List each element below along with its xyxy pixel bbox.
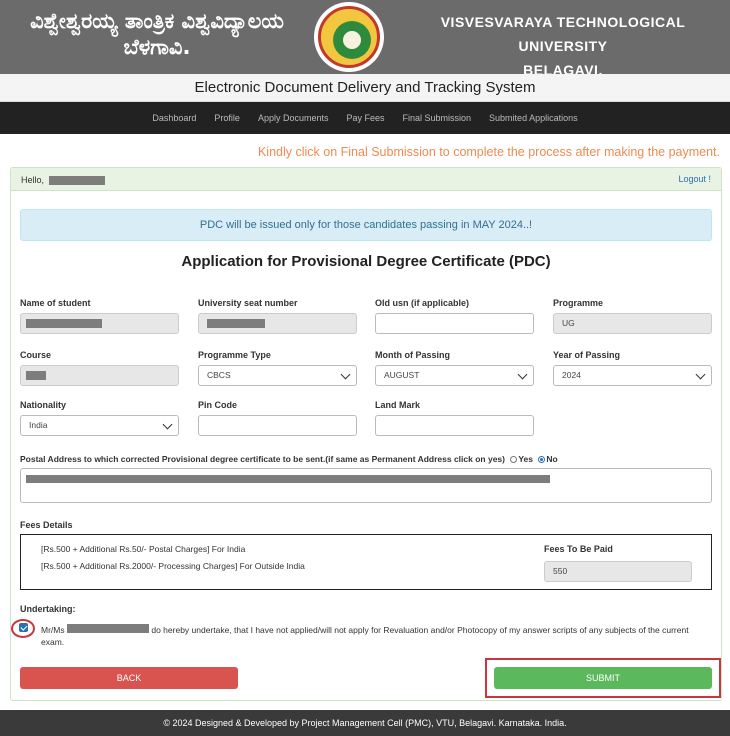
redacted-address <box>26 475 550 483</box>
fees-to-pay-label: Fees To Be Paid <box>544 544 613 554</box>
pdc-info-alert: PDC will be issued only for those candid… <box>20 209 712 241</box>
name-label: Name of student <box>20 298 91 308</box>
redacted-username <box>48 176 105 186</box>
panel-header: Hello, Logout ! <box>11 168 721 191</box>
undertaking-label: Undertaking: <box>20 604 76 614</box>
month-label: Month of Passing <box>375 350 450 360</box>
usn-field[interactable] <box>198 313 357 334</box>
kannada-university-title: ವಿಶ್ವೇಶ್ವರಯ್ಯ ತಾಂತ್ರಿಕ ವಿಶ್ವವಿದ್ಯಾಲಯ ಬೆಳ… <box>26 8 288 60</box>
programme-field[interactable]: UG <box>553 313 712 334</box>
old-usn-input[interactable] <box>375 313 534 334</box>
radio-no-label: No <box>546 454 558 464</box>
greeting-text: Hello, <box>21 175 45 185</box>
radio-yes-label: Yes <box>518 454 534 464</box>
chevron-down-icon <box>695 369 706 380</box>
programme-type-select[interactable]: CBCS <box>198 365 357 386</box>
radio-yes[interactable] <box>510 456 518 463</box>
chevron-down-icon <box>517 369 528 380</box>
final-submission-notice: Kindly click on Final Submission to comp… <box>257 145 720 159</box>
submit-button[interactable]: SUBMIT <box>494 667 712 689</box>
logout-link[interactable]: Logout ! <box>678 174 711 184</box>
nav-submitted-applications[interactable]: Submited Applications <box>480 113 587 123</box>
redacted-student-name <box>66 624 149 633</box>
landmark-label: Land Mark <box>375 400 421 410</box>
redacted-usn <box>207 319 265 329</box>
usn-label: University seat number <box>198 298 298 308</box>
year-select[interactable]: 2024 <box>553 365 712 386</box>
programme-type-label: Programme Type <box>198 350 271 360</box>
university-logo <box>314 2 384 72</box>
nationality-select[interactable]: India <box>20 415 179 436</box>
postal-address-label: Postal Address to which corrected Provis… <box>20 454 558 464</box>
undertaking-checkbox[interactable] <box>19 623 28 632</box>
nav-pay-fees[interactable]: Pay Fees <box>337 113 393 123</box>
landmark-input[interactable] <box>375 415 534 436</box>
main-navbar: Dashboard Profile Apply Documents Pay Fe… <box>0 102 730 134</box>
undertaking-prefix: Mr/Ms <box>41 625 65 635</box>
system-title: Electronic Document Delivery and Trackin… <box>0 74 730 102</box>
pincode-input[interactable] <box>198 415 357 436</box>
english-university-title: VISVESVARAYA TECHNOLOGICAL UNIVERSITY BE… <box>398 10 728 82</box>
name-field[interactable] <box>20 313 179 334</box>
nav-profile[interactable]: Profile <box>205 113 249 123</box>
fees-details-box: [Rs.500 + Additional Rs.50/- Postal Char… <box>20 534 712 590</box>
year-label: Year of Passing <box>553 350 621 360</box>
chevron-down-icon <box>340 369 351 380</box>
form-title: Application for Provisional Degree Certi… <box>181 253 551 270</box>
nav-apply-documents[interactable]: Apply Documents <box>249 113 338 123</box>
nav-dashboard[interactable]: Dashboard <box>143 113 205 123</box>
course-label: Course <box>20 350 52 360</box>
postal-address-textarea[interactable] <box>20 468 712 503</box>
nationality-label: Nationality <box>20 400 67 410</box>
fee-line-india: [Rs.500 + Additional Rs.50/- Postal Char… <box>41 544 246 554</box>
fees-details-label: Fees Details <box>20 520 73 530</box>
fee-line-outside-india: [Rs.500 + Additional Rs.2000/- Processin… <box>41 561 305 571</box>
english-title-line1: VISVESVARAYA TECHNOLOGICAL UNIVERSITY <box>440 14 686 54</box>
header-banner: ವಿಶ್ವೇಶ್ವರಯ್ಯ ತಾಂತ್ರಿಕ ವಿಶ್ವವಿದ್ಯಾಲಯ ಬೆಳ… <box>0 0 730 78</box>
kannada-title-line2: ಬೆಳಗಾವಿ. <box>123 35 191 59</box>
month-value: AUGUST <box>384 370 420 380</box>
redacted-name <box>26 319 102 329</box>
nationality-value: India <box>29 420 48 430</box>
old-usn-label: Old usn (if applicable) <box>375 298 470 308</box>
programme-label: Programme <box>553 298 604 308</box>
radio-no[interactable] <box>538 456 546 463</box>
nav-final-submission[interactable]: Final Submission <box>394 113 481 123</box>
back-button[interactable]: BACK <box>20 667 238 689</box>
course-field[interactable] <box>20 365 179 386</box>
footer: © 2024 Designed & Developed by Project M… <box>0 710 730 736</box>
programme-type-value: CBCS <box>207 370 231 380</box>
kannada-title-line1: ವಿಶ್ವೇಶ್ವರಯ್ಯ ತಾಂತ್ರಿಕ ವಿಶ್ವವಿದ್ಯಾಲಯ <box>30 9 284 33</box>
undertaking-statement: Mr/Ms do hereby undertake, that I have n… <box>41 624 709 648</box>
greeting: Hello, <box>21 175 105 186</box>
redacted-course <box>26 371 46 381</box>
pincode-label: Pin Code <box>198 400 238 410</box>
month-select[interactable]: AUGUST <box>375 365 534 386</box>
year-value: 2024 <box>562 370 581 380</box>
postal-address-text: Postal Address to which corrected Provis… <box>20 454 505 464</box>
chevron-down-icon <box>162 419 173 430</box>
fees-to-pay-field[interactable]: 550 <box>544 561 692 582</box>
